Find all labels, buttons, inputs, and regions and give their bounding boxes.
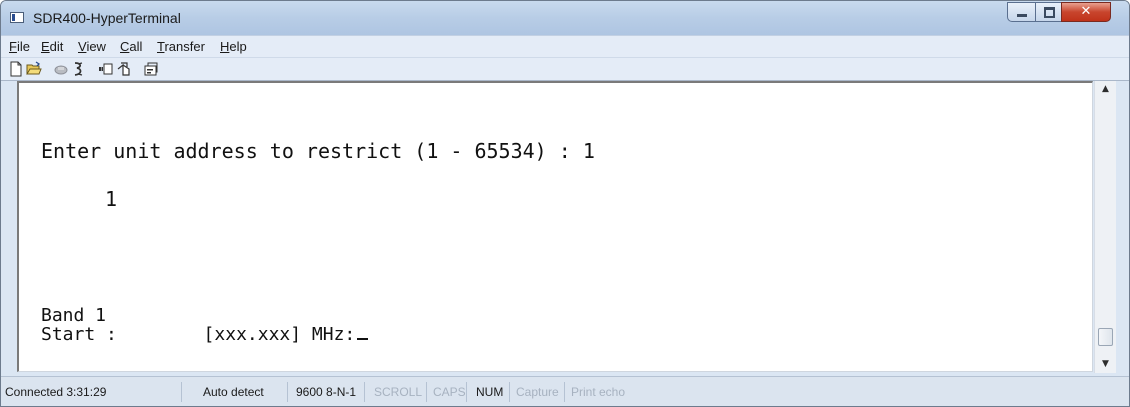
- receive-icon[interactable]: [116, 61, 132, 77]
- minimize-button[interactable]: [1007, 2, 1036, 22]
- terminal-line-prompt: Enter unit address to restrict (1 - 6553…: [41, 139, 595, 163]
- menu-help-mnemonic: H: [220, 39, 230, 54]
- terminal-screen[interactable]: Enter unit address to restrict (1 - 6553…: [19, 83, 1092, 371]
- menu-file-mnemonic: F: [9, 39, 17, 54]
- terminal-line-value: 1: [105, 187, 118, 211]
- menu-edit-label: dit: [49, 39, 64, 54]
- close-icon: ✕: [1080, 4, 1092, 19]
- new-icon[interactable]: [8, 61, 24, 77]
- status-connected: Connected 3:31:29: [5, 385, 107, 399]
- status-port-settings: 9600 8-N-1: [296, 385, 357, 399]
- status-print-echo: Print echo: [571, 385, 626, 399]
- status-separator: [181, 382, 182, 402]
- terminal-line-start: Start : [xxx.xxx] MHz:: [41, 324, 369, 345]
- status-separator: [287, 382, 288, 402]
- title-bar[interactable]: SDR400-HyperTerminal ✕: [1, 1, 1129, 35]
- menu-edit[interactable]: Edit: [41, 39, 63, 54]
- menu-file-label: ile: [16, 39, 30, 54]
- menu-transfer[interactable]: Transfer: [157, 39, 205, 54]
- text-cursor: [357, 338, 369, 340]
- status-separator: [466, 382, 467, 402]
- menu-transfer-label: ransfer: [164, 39, 205, 54]
- disconnect-icon[interactable]: [53, 61, 69, 77]
- open-icon[interactable]: [26, 61, 42, 77]
- scroll-down-icon[interactable]: ▼: [1095, 356, 1116, 373]
- menu-view-label: iew: [86, 39, 106, 54]
- menu-call-label: all: [129, 39, 143, 54]
- menu-help[interactable]: Help: [220, 39, 247, 54]
- scroll-up-icon[interactable]: ▲: [1095, 81, 1116, 98]
- menu-edit-mnemonic: E: [41, 39, 50, 54]
- status-separator: [564, 382, 565, 402]
- send-icon[interactable]: [98, 61, 114, 77]
- terminal-start-text: Start : [xxx.xxx] MHz:: [41, 324, 356, 345]
- menu-help-label: elp: [229, 39, 247, 54]
- window-title: SDR400-HyperTerminal: [33, 10, 181, 26]
- scroll-thumb[interactable]: [1098, 328, 1113, 346]
- menu-view[interactable]: View: [78, 39, 106, 54]
- status-num: NUM: [476, 385, 504, 399]
- status-separator: [426, 382, 427, 402]
- status-separator: [509, 382, 510, 402]
- terminal-frame: Enter unit address to restrict (1 - 6553…: [17, 81, 1093, 372]
- terminal-line-band: Band 1: [41, 305, 107, 326]
- status-separator: [364, 382, 365, 402]
- vertical-scrollbar[interactable]: ▲ ▼: [1094, 81, 1116, 373]
- status-scroll: SCROLL: [374, 385, 423, 399]
- status-detect: Auto detect: [203, 385, 264, 399]
- app-icon[interactable]: [10, 12, 24, 23]
- properties-icon[interactable]: [143, 61, 159, 77]
- toolbar: [1, 57, 1129, 81]
- menu-call[interactable]: Call: [120, 39, 142, 54]
- maximize-button[interactable]: [1035, 2, 1062, 22]
- status-capture: Capture: [516, 385, 559, 399]
- menu-file[interactable]: File: [9, 39, 30, 54]
- minimize-icon: [1017, 14, 1027, 17]
- status-bar: Connected 3:31:29 Auto detect 9600 8-N-1…: [1, 376, 1129, 406]
- maximize-icon: [1044, 7, 1055, 18]
- close-button[interactable]: ✕: [1061, 2, 1111, 22]
- menu-call-mnemonic: C: [120, 39, 130, 54]
- hyperterminal-window: SDR400-HyperTerminal ✕ File Edit View Ca…: [0, 0, 1130, 407]
- menu-bar: File Edit View Call Transfer Help: [1, 35, 1129, 58]
- status-caps: CAPS: [433, 385, 466, 399]
- dial-icon[interactable]: [71, 61, 87, 77]
